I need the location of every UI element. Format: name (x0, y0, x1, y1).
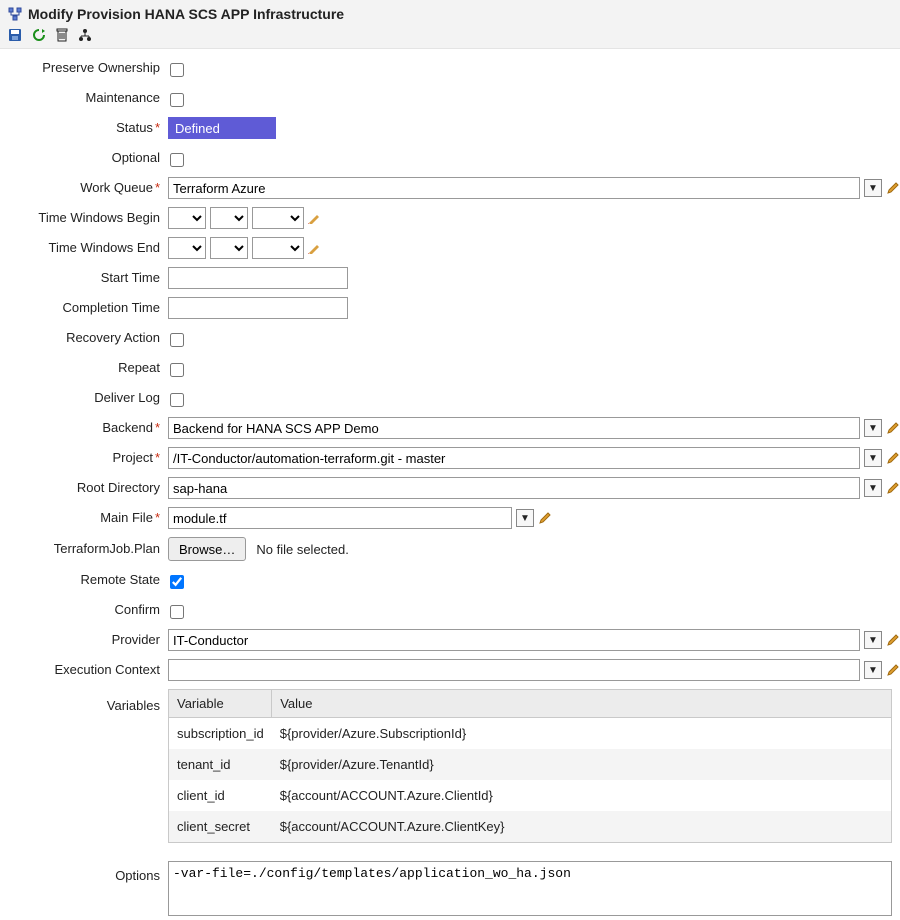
tw-begin-clear-icon[interactable] (308, 212, 320, 224)
tw-begin-hour-select[interactable] (168, 207, 206, 229)
options-label: Options (0, 861, 168, 887)
table-row: client_secret${account/ACCOUNT.Azure.Cli… (169, 811, 892, 843)
confirm-label: Confirm (0, 599, 168, 621)
optional-label: Optional (0, 147, 168, 169)
start-time-input[interactable] (168, 267, 348, 289)
table-row: client_id${account/ACCOUNT.Azure.ClientI… (169, 780, 892, 811)
repeat-label: Repeat (0, 357, 168, 379)
tw-begin-min-select[interactable] (210, 207, 248, 229)
provider-edit-icon[interactable] (886, 633, 900, 647)
recovery-action-checkbox[interactable] (170, 333, 184, 347)
no-file-text: No file selected. (256, 542, 349, 557)
variable-value: ${account/ACCOUNT.Azure.ClientKey} (272, 811, 892, 843)
status-value[interactable]: Defined (168, 117, 276, 139)
header-bar: Modify Provision HANA SCS APP Infrastruc… (0, 0, 900, 49)
root-directory-dropdown-icon[interactable]: ▼ (864, 479, 882, 497)
deliver-log-label: Deliver Log (0, 387, 168, 409)
provider-label: Provider (0, 629, 168, 651)
main-file-label: Main File* (0, 507, 168, 529)
tw-end-hour-select[interactable] (168, 237, 206, 259)
tw-end-min-select[interactable] (210, 237, 248, 259)
repeat-checkbox[interactable] (170, 363, 184, 377)
work-queue-edit-icon[interactable] (886, 181, 900, 195)
variable-value: ${provider/Azure.SubscriptionId} (272, 718, 892, 750)
provider-dropdown-icon[interactable]: ▼ (864, 631, 882, 649)
project-input[interactable] (168, 447, 860, 469)
root-directory-edit-icon[interactable] (886, 481, 900, 495)
optional-checkbox[interactable] (170, 153, 184, 167)
variable-name: client_id (169, 780, 272, 811)
execution-context-dropdown-icon[interactable]: ▼ (864, 661, 882, 679)
variables-table: Variable Value subscription_id${provider… (168, 689, 892, 843)
variable-name: client_secret (169, 811, 272, 843)
start-time-label: Start Time (0, 267, 168, 289)
browse-button[interactable]: Browse… (168, 537, 246, 561)
variable-name: tenant_id (169, 749, 272, 780)
status-label: Status* (0, 117, 168, 139)
variables-col-value: Value (272, 690, 892, 718)
confirm-checkbox[interactable] (170, 605, 184, 619)
tw-end-ampm-select[interactable] (252, 237, 304, 259)
backend-dropdown-icon[interactable]: ▼ (864, 419, 882, 437)
tw-begin-ampm-select[interactable] (252, 207, 304, 229)
recovery-action-label: Recovery Action (0, 327, 168, 349)
root-directory-input[interactable] (168, 477, 860, 499)
main-file-dropdown-icon[interactable]: ▼ (516, 509, 534, 527)
deliver-log-checkbox[interactable] (170, 393, 184, 407)
form-body: Preserve Ownership Maintenance Status* D… (0, 49, 900, 920)
main-file-edit-icon[interactable] (538, 511, 552, 525)
tw-end-label: Time Windows End (0, 237, 168, 259)
tf-plan-label: TerraformJob.Plan (0, 538, 168, 560)
work-queue-label: Work Queue* (0, 177, 168, 199)
refresh-icon[interactable] (32, 28, 46, 42)
completion-time-label: Completion Time (0, 297, 168, 319)
execution-context-edit-icon[interactable] (886, 663, 900, 677)
preserve-ownership-label: Preserve Ownership (0, 57, 168, 79)
provider-input[interactable] (168, 629, 860, 651)
options-textarea[interactable] (168, 861, 892, 916)
work-queue-dropdown-icon[interactable]: ▼ (864, 179, 882, 197)
table-row: tenant_id${provider/Azure.TenantId} (169, 749, 892, 780)
window-title-row: Modify Provision HANA SCS APP Infrastruc… (8, 6, 892, 22)
process-icon (8, 7, 22, 21)
window-title: Modify Provision HANA SCS APP Infrastruc… (28, 6, 344, 22)
variable-name: subscription_id (169, 718, 272, 750)
maintenance-label: Maintenance (0, 87, 168, 109)
execution-context-input[interactable] (168, 659, 860, 681)
delete-icon[interactable] (56, 28, 68, 42)
table-row: subscription_id${provider/Azure.Subscrip… (169, 718, 892, 750)
project-edit-icon[interactable] (886, 451, 900, 465)
tw-begin-label: Time Windows Begin (0, 207, 168, 229)
project-label: Project* (0, 447, 168, 469)
project-dropdown-icon[interactable]: ▼ (864, 449, 882, 467)
preserve-ownership-checkbox[interactable] (170, 63, 184, 77)
variable-value: ${provider/Azure.TenantId} (272, 749, 892, 780)
variables-col-variable: Variable (169, 690, 272, 718)
root-directory-label: Root Directory (0, 477, 168, 499)
tw-end-clear-icon[interactable] (308, 242, 320, 254)
variable-value: ${account/ACCOUNT.Azure.ClientId} (272, 780, 892, 811)
backend-input[interactable] (168, 417, 860, 439)
backend-label: Backend* (0, 417, 168, 439)
main-file-input[interactable] (168, 507, 512, 529)
save-icon[interactable] (8, 28, 22, 42)
toolbar (8, 22, 892, 44)
backend-edit-icon[interactable] (886, 421, 900, 435)
completion-time-input[interactable] (168, 297, 348, 319)
work-queue-input[interactable] (168, 177, 860, 199)
maintenance-checkbox[interactable] (170, 93, 184, 107)
remote-state-label: Remote State (0, 569, 168, 591)
execution-context-label: Execution Context (0, 659, 168, 681)
hierarchy-icon[interactable] (78, 28, 92, 42)
remote-state-checkbox[interactable] (170, 575, 184, 589)
variables-label: Variables (0, 689, 168, 717)
